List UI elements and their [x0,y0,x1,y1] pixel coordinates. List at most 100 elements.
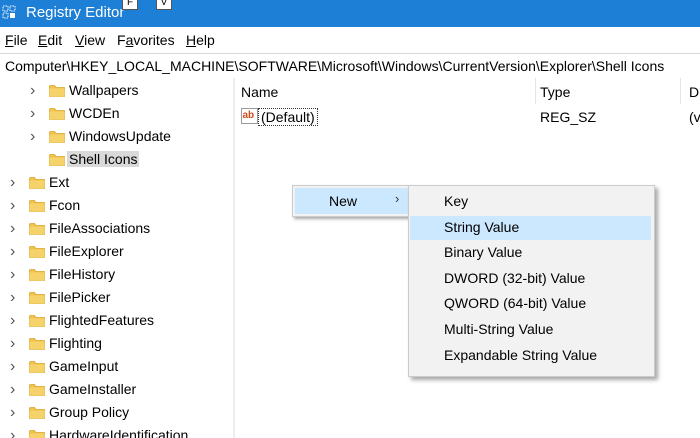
submenu-item-key[interactable]: Key [410,190,651,214]
window-title: Registry Editor [26,4,125,21]
folder-icon [49,130,65,143]
submenu-item-binary-value[interactable]: Binary Value [410,241,651,265]
tree-node-label: WCDEn [69,105,120,121]
chevron-right-icon[interactable]: › [10,290,22,306]
tree-node[interactable]: › Wallpapers [30,80,233,102]
chevron-right-icon[interactable]: › [30,106,42,122]
column-header-data[interactable]: D [689,84,699,111]
menu-favorites[interactable]: Favorites [117,32,175,48]
tree-node[interactable]: › GameInstaller [10,379,230,401]
menu-bar: File Edit View Favorites Help [0,28,700,52]
folder-icon [49,153,65,166]
tree-node[interactable]: › GameInput [10,356,230,378]
submenu-item-qword-64-bit-value[interactable]: QWORD (64-bit) Value [410,292,651,316]
tree-node[interactable]: › WindowsUpdate [30,126,233,148]
column-divider[interactable] [680,78,681,104]
svg-text:ab: ab [243,110,255,121]
tree-node[interactable]: › FilePicker [10,287,230,309]
tree-node[interactable]: › Fcon [10,195,230,217]
chevron-right-icon[interactable]: › [10,405,22,421]
string-value-icon: ab [241,108,258,124]
tree-node[interactable]: › Group Policy [10,402,230,424]
column-divider[interactable] [535,78,536,104]
tree-node-label: WindowsUpdate [69,128,171,144]
tree-node-label: Wallpapers [69,82,139,98]
chevron-right-icon[interactable]: › [10,175,22,191]
menu-view-mnemonic: V [75,32,85,48]
chevron-right-icon[interactable]: › [10,221,22,237]
tree-node[interactable]: › HardwareIdentification [10,425,230,438]
submenu-item-dword-32-bit-value[interactable]: DWORD (32-bit) Value [410,267,651,291]
folder-icon [29,337,45,350]
chevron-right-icon[interactable]: › [10,244,22,260]
menu-file[interactable]: File [5,32,28,48]
menu-help-mnemonic: H [186,32,197,48]
chevron-right-icon[interactable]: › [10,313,22,329]
submenu-item-label: QWORD (64-bit) Value [444,295,587,312]
tree-node[interactable]: Shell Icons [30,149,233,171]
tree-node-label: GameInput [49,358,119,374]
tree-node[interactable]: › FileHistory [10,264,230,286]
tree-node-label: FilePicker [49,289,111,305]
folder-icon [29,245,45,258]
tree-node-label: Fcon [49,197,81,213]
chevron-right-icon[interactable]: › [10,382,22,398]
folder-icon [29,268,45,281]
value-type: REG_SZ [540,109,597,125]
tree-node[interactable]: › Ext [10,172,230,194]
submenu-item-label: DWORD (32-bit) Value [444,269,586,286]
menu-edit[interactable]: Edit [38,32,62,48]
column-header-type[interactable]: Type [540,84,570,111]
submenu-item-label: Multi-String Value [444,321,554,337]
folder-icon [29,406,45,419]
folder-icon [29,176,45,189]
value-name-default[interactable]: (Default) [258,108,318,126]
submenu-item-multi-string-value[interactable]: Multi-String Value [410,318,651,342]
keytip-view: V [156,0,172,10]
menu-file-post: ile [13,32,28,48]
tree-node-label: Flighting [49,335,102,351]
menu-view[interactable]: View [75,32,105,48]
tree-node[interactable]: › WCDEn [30,103,233,125]
tree-node[interactable]: › FlightedFeatures [10,310,230,332]
menu-edit-post: dit [47,32,63,48]
tree-node-label: Group Policy [49,404,130,420]
chevron-right-icon[interactable]: › [10,428,22,438]
submenu-item-label: Expandable String Value [444,346,598,363]
chevron-right-icon[interactable]: › [30,129,42,145]
menu-favorites-pre: F [117,32,126,48]
submenu-item-string-value[interactable]: String Value [410,215,651,240]
tree-node[interactable]: › FileExplorer [10,241,230,263]
chevron-right-icon[interactable]: › [10,198,22,214]
context-menu: New › [292,185,411,217]
title-bar: Registry Editor F V [0,0,700,27]
address-path[interactable]: Computer\HKEY_LOCAL_MACHINE\SOFTWARE\Mic… [5,58,664,74]
submenu-item-label: Key [444,193,469,209]
new-submenu: Key String Value Binary Value DWORD (32-bit… [408,185,655,377]
column-header-name[interactable]: Name [241,84,278,111]
tree-node-label: Ext [49,174,70,190]
tree-node-label: FileAssociations [49,220,151,236]
submenu-item-expandable-string-value[interactable]: Expandable String Value [410,344,651,368]
menu-edit-mnemonic: E [38,32,48,48]
tree-node[interactable]: › Flighting [10,333,230,355]
tree-node-label: FileHistory [49,266,116,282]
menu-help-post: elp [196,32,215,48]
folder-icon [29,314,45,327]
chevron-right-icon[interactable]: › [10,336,22,352]
menu-help[interactable]: Help [186,32,215,48]
tree-node[interactable]: › FileAssociations [10,218,230,240]
submenu-item-label: String Value [444,218,520,235]
address-bar[interactable]: Computer\HKEY_LOCAL_MACHINE\SOFTWARE\Mic… [0,53,700,79]
chevron-right-icon[interactable]: › [10,359,22,375]
folder-icon [29,291,45,304]
value-data: (v [689,109,700,125]
folder-icon [49,107,65,120]
registry-editor-icon [2,5,16,19]
menu-item-new[interactable]: New › [295,188,408,214]
chevron-right-icon[interactable]: › [10,267,22,283]
folder-icon [29,429,45,438]
key-tree[interactable]: › Wallpapers › WCDEn › WindowsUpdate Shell Ico… [0,78,233,438]
chevron-right-icon[interactable]: › [30,83,42,99]
folder-icon [29,199,45,212]
